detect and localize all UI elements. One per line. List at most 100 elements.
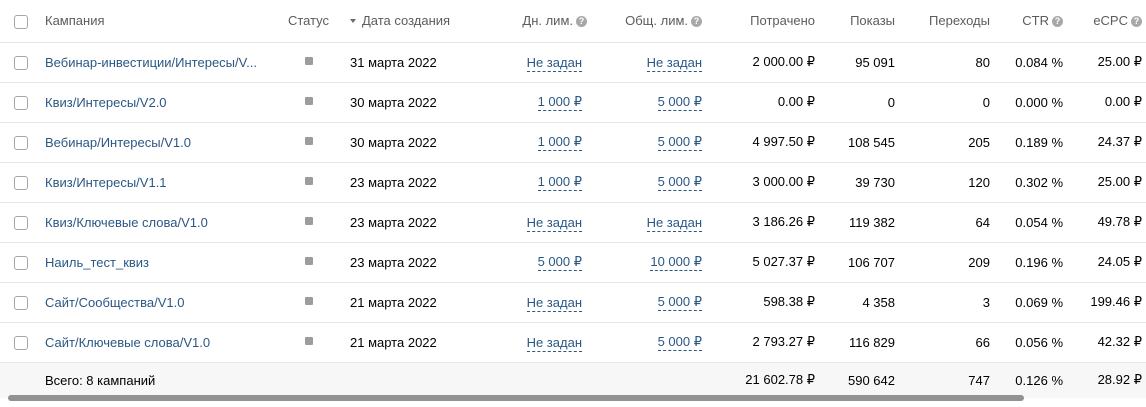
row-checkbox[interactable] bbox=[14, 335, 28, 350]
row-checkbox[interactable] bbox=[14, 295, 28, 310]
total-limit-link[interactable]: 5 000 ₽ bbox=[657, 334, 702, 351]
total-limit-link[interactable]: Не задан bbox=[646, 54, 702, 72]
col-spent-header[interactable]: Потрачено bbox=[711, 0, 819, 43]
row-select-cell bbox=[0, 162, 36, 203]
campaign-link[interactable]: Сайт/Ключевые слова/V1.0 bbox=[45, 335, 210, 350]
campaign-name-cell: Наиль_тест_квиз bbox=[36, 242, 276, 283]
total-impressions: 590 642 bbox=[848, 372, 895, 388]
ctr-value: 0.000 % bbox=[994, 82, 1067, 123]
day-limit-link[interactable]: 1 000 ₽ bbox=[537, 134, 582, 151]
total-limit-cell: 5 000 ₽ bbox=[591, 282, 711, 323]
day-limit-link[interactable]: Не задан bbox=[526, 334, 582, 352]
col-created-header[interactable]: Дата создания bbox=[341, 0, 491, 43]
created-date: 23 марта 2022 bbox=[341, 242, 491, 283]
col-clicks-header[interactable]: Переходы bbox=[899, 0, 994, 43]
row-select-cell bbox=[0, 82, 36, 123]
campaign-link[interactable]: Вебинар-инвестиции/Интересы/V... bbox=[45, 55, 257, 70]
total-limit-cell: Не задан bbox=[591, 42, 711, 83]
day-limit-cell: Не задан bbox=[491, 42, 591, 83]
row-select-cell bbox=[0, 282, 36, 323]
campaign-link[interactable]: Квиз/Ключевые слова/V1.0 bbox=[45, 215, 208, 230]
total-limit-cell: 5 000 ₽ bbox=[591, 162, 711, 203]
day-limit-link[interactable]: Не задан bbox=[526, 54, 582, 72]
status-stopped-icon[interactable] bbox=[304, 217, 313, 226]
impressions-value: 4 358 bbox=[819, 282, 899, 323]
total-limit-cell: Не задан bbox=[591, 202, 711, 243]
campaign-link[interactable]: Вебинар/Интересы/V1.0 bbox=[45, 135, 191, 150]
day-limit-cell: 1 000 ₽ bbox=[491, 122, 591, 163]
total-limit-link[interactable]: 10 000 ₽ bbox=[650, 254, 702, 271]
table-row: Наиль_тест_квиз 23 марта 2022 5 000 ₽ 10… bbox=[0, 242, 1146, 283]
row-checkbox[interactable] bbox=[14, 55, 28, 70]
ecpc-value: 42.32 ₽ bbox=[1067, 322, 1146, 363]
campaign-name-cell: Квиз/Интересы/V1.1 bbox=[36, 162, 276, 203]
status-cell bbox=[276, 82, 341, 123]
totals-row: Всего: 8 кампаний 21 602.78 ₽ 590 642 74… bbox=[0, 362, 1146, 398]
help-icon[interactable]: ? bbox=[576, 16, 587, 28]
select-all-checkbox[interactable] bbox=[14, 14, 28, 29]
col-status-header[interactable]: Статус bbox=[276, 0, 341, 43]
status-stopped-icon[interactable] bbox=[304, 337, 313, 346]
campaign-link[interactable]: Квиз/Интересы/V2.0 bbox=[45, 95, 167, 110]
total-limit-link[interactable]: 5 000 ₽ bbox=[657, 94, 702, 111]
impressions-value: 0 bbox=[819, 82, 899, 123]
help-icon[interactable]: ? bbox=[691, 16, 702, 28]
status-stopped-icon[interactable] bbox=[304, 257, 313, 266]
col-campaign-header[interactable]: Кампания bbox=[36, 0, 276, 43]
total-limit-link[interactable]: 5 000 ₽ bbox=[657, 174, 702, 191]
col-impressions-header[interactable]: Показы bbox=[819, 0, 899, 43]
campaign-link[interactable]: Сайт/Сообщества/V1.0 bbox=[45, 295, 184, 310]
status-cell bbox=[276, 322, 341, 363]
campaign-name-cell: Квиз/Ключевые слова/V1.0 bbox=[36, 202, 276, 243]
ecpc-value: 199.46 ₽ bbox=[1067, 282, 1146, 323]
row-select-cell bbox=[0, 322, 36, 363]
impressions-value: 108 545 bbox=[819, 122, 899, 163]
horizontal-scrollbar[interactable] bbox=[8, 395, 1024, 401]
total-limit-link[interactable]: 5 000 ₽ bbox=[657, 134, 702, 151]
impressions-value: 116 829 bbox=[819, 322, 899, 363]
table-row: Сайт/Сообщества/V1.0 21 марта 2022 Не за… bbox=[0, 282, 1146, 323]
total-limit-link[interactable]: Не задан bbox=[646, 214, 702, 232]
row-checkbox[interactable] bbox=[14, 95, 28, 110]
row-select-cell bbox=[0, 42, 36, 83]
col-total-limit-header[interactable]: Общ. лим.? bbox=[591, 0, 711, 43]
campaign-link[interactable]: Квиз/Интересы/V1.1 bbox=[45, 175, 167, 190]
status-cell bbox=[276, 162, 341, 203]
status-stopped-icon[interactable] bbox=[304, 137, 313, 146]
status-stopped-icon[interactable] bbox=[304, 297, 313, 306]
row-checkbox[interactable] bbox=[14, 175, 28, 190]
total-limit-cell: 5 000 ₽ bbox=[591, 122, 711, 163]
day-limit-cell: 1 000 ₽ bbox=[491, 162, 591, 203]
spent-value: 3 000.00 ₽ bbox=[711, 162, 819, 203]
row-checkbox[interactable] bbox=[14, 215, 28, 230]
spent-value: 4 997.50 ₽ bbox=[711, 122, 819, 163]
col-ecpc-header[interactable]: eCPC? bbox=[1067, 0, 1146, 43]
clicks-value: 80 bbox=[899, 42, 994, 83]
day-limit-link[interactable]: Не задан bbox=[526, 294, 582, 312]
help-icon[interactable]: ? bbox=[1052, 16, 1063, 28]
table-row: Сайт/Ключевые слова/V1.0 21 марта 2022 Н… bbox=[0, 322, 1146, 363]
status-stopped-icon[interactable] bbox=[304, 177, 313, 186]
status-stopped-icon[interactable] bbox=[304, 97, 313, 106]
campaign-link[interactable]: Наиль_тест_квиз bbox=[45, 255, 149, 270]
day-limit-link[interactable]: 1 000 ₽ bbox=[537, 94, 582, 111]
row-checkbox[interactable] bbox=[14, 135, 28, 150]
row-checkbox[interactable] bbox=[14, 255, 28, 270]
help-icon[interactable]: ? bbox=[1131, 16, 1142, 28]
day-limit-link[interactable]: Не задан bbox=[526, 214, 582, 232]
day-limit-link[interactable]: 1 000 ₽ bbox=[537, 174, 582, 191]
status-stopped-icon[interactable] bbox=[304, 57, 313, 66]
table-row: Квиз/Интересы/V2.0 30 марта 2022 1 000 ₽… bbox=[0, 82, 1146, 123]
day-limit-link[interactable]: 5 000 ₽ bbox=[537, 254, 582, 271]
col-day-limit-header[interactable]: Дн. лим.? bbox=[491, 0, 591, 43]
campaign-name-cell: Вебинар/Интересы/V1.0 bbox=[36, 122, 276, 163]
ctr-value: 0.302 % bbox=[994, 162, 1067, 203]
clicks-value: 120 bbox=[899, 162, 994, 203]
campaigns-table: Кампания Статус Дата создания Дн. лим.? … bbox=[0, 0, 1146, 398]
total-limit-link[interactable]: 5 000 ₽ bbox=[657, 294, 702, 311]
row-select-cell bbox=[0, 242, 36, 283]
total-limit-cell: 5 000 ₽ bbox=[591, 82, 711, 123]
col-ctr-header[interactable]: CTR? bbox=[994, 0, 1067, 43]
day-limit-cell: Не задан bbox=[491, 322, 591, 363]
clicks-value: 209 bbox=[899, 242, 994, 283]
